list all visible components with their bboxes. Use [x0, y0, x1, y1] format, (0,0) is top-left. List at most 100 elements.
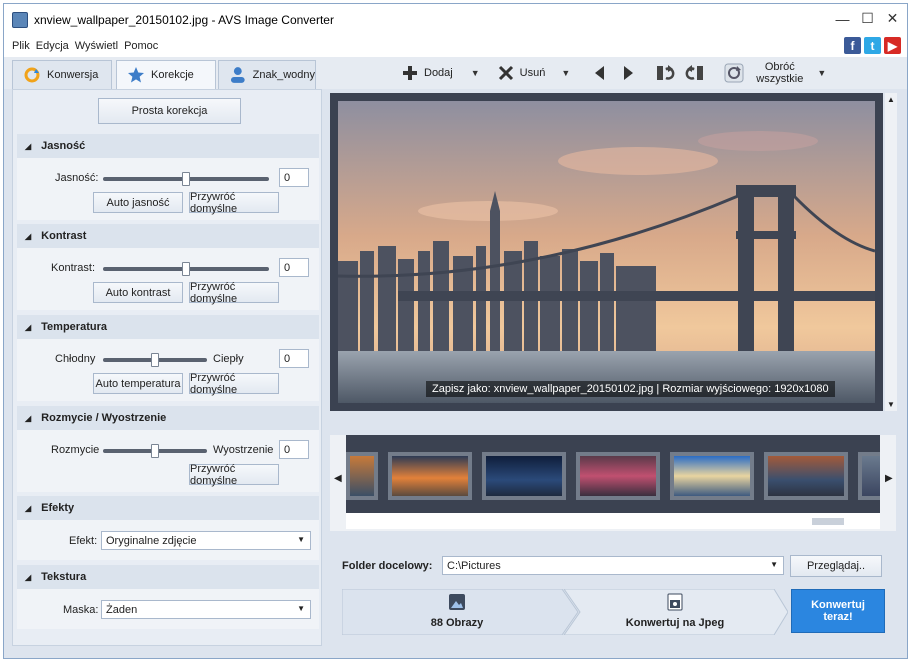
- brightness-value[interactable]: 0: [279, 168, 309, 187]
- tab-conversion[interactable]: Konwersja: [12, 60, 112, 89]
- remove-dropdown-icon[interactable]: ▼: [561, 68, 570, 78]
- convert-now-label-1: Konwertuj: [811, 599, 865, 611]
- rotate-right-icon[interactable]: [684, 64, 704, 82]
- convert-icon: [24, 67, 40, 83]
- preview-caption: Zapisz jako: xnview_wallpaper_20150102.j…: [426, 381, 835, 397]
- plus-icon: [403, 66, 417, 80]
- simple-correction-button[interactable]: Prosta korekcja: [98, 98, 241, 124]
- reset-blur-button[interactable]: Przywróć domyślne: [189, 463, 279, 487]
- section-effects[interactable]: ◢ Efekty: [17, 496, 319, 520]
- blur-value[interactable]: 0: [279, 440, 309, 459]
- folder-value: C:\Pictures: [447, 560, 501, 572]
- maximize-icon[interactable]: ☐: [859, 10, 876, 27]
- strip-scrollbar[interactable]: [346, 513, 880, 529]
- slider-thumb[interactable]: [182, 262, 190, 276]
- tab-corrections[interactable]: Korekcje: [116, 60, 216, 89]
- rotate-left-icon[interactable]: [656, 64, 676, 82]
- section-title: Temperatura: [41, 321, 107, 333]
- section-title: Efekty: [41, 502, 75, 514]
- add-dropdown-icon[interactable]: ▼: [471, 68, 480, 78]
- slider-thumb[interactable]: [151, 353, 159, 367]
- slider-thumb[interactable]: [151, 444, 159, 458]
- temperature-value[interactable]: 0: [279, 349, 309, 368]
- strip-left-icon[interactable]: ◀: [334, 473, 342, 484]
- add-label: Dodaj: [424, 67, 453, 79]
- effects-body: Efekt: Oryginalne zdjęcie ▼: [17, 520, 319, 560]
- mask-selected: Żaden: [106, 604, 138, 616]
- scroll-down-icon[interactable]: ▼: [887, 400, 895, 409]
- section-title: Kontrast: [41, 230, 87, 242]
- section-blur-sharpen[interactable]: ◢ Rozmycie / Wyostrzenie: [17, 406, 319, 430]
- menu-help[interactable]: Pomoc: [124, 40, 158, 52]
- rotate-all-button[interactable]: Obróć wszystkie ▼: [724, 61, 826, 85]
- rotate-all-icon: [724, 63, 744, 83]
- images-count: 88 Obrazy: [430, 617, 484, 629]
- preview-scrollbar[interactable]: ▲ ▼: [885, 93, 897, 411]
- close-icon[interactable]: ✕: [884, 10, 901, 27]
- brightness-body: Jasność: 0 Auto jasność Przywróć domyśln…: [17, 158, 319, 220]
- folder-input[interactable]: C:\Pictures ▼: [442, 556, 784, 575]
- effect-select[interactable]: Oryginalne zdjęcie ▼: [101, 531, 311, 550]
- scroll-up-icon[interactable]: ▲: [887, 95, 895, 104]
- blur-label: Rozmycie: [51, 444, 100, 456]
- section-title: Tekstura: [41, 571, 87, 583]
- convert-now-button[interactable]: Konwertuj teraz!: [791, 589, 885, 633]
- thumbnail[interactable]: [670, 452, 754, 500]
- thumbnail[interactable]: [576, 452, 660, 500]
- x-icon: [498, 65, 513, 81]
- reset-contrast-button[interactable]: Przywróć domyślne: [189, 281, 279, 305]
- thumbnail[interactable]: [346, 452, 378, 500]
- jpeg-icon: [667, 593, 683, 611]
- auto-temperature-button[interactable]: Auto temperatura: [93, 373, 183, 394]
- minimize-icon[interactable]: —: [834, 10, 851, 27]
- convert-now-label-2: teraz!: [823, 611, 853, 623]
- thumbnail[interactable]: [482, 452, 566, 500]
- title-bar: xnview_wallpaper_20150102.jpg - AVS Imag…: [4, 4, 907, 35]
- blur-body: Rozmycie Wyostrzenie 0 Przywróć domyślne: [17, 430, 319, 492]
- remove-button[interactable]: Usuń ▼: [498, 65, 570, 81]
- section-brightness[interactable]: ◢ Jasność: [17, 134, 319, 158]
- youtube-icon[interactable]: ▶: [884, 37, 901, 54]
- section-contrast[interactable]: ◢ Kontrast: [17, 224, 319, 248]
- thumbnail[interactable]: [764, 452, 848, 500]
- preview-area: Zapisz jako: xnview_wallpaper_20150102.j…: [326, 89, 901, 646]
- add-button[interactable]: Dodaj ▼: [402, 65, 480, 81]
- browse-button[interactable]: Przeglądaj..: [790, 555, 882, 577]
- contrast-value[interactable]: 0: [279, 258, 309, 277]
- temperature-slider[interactable]: [103, 353, 207, 367]
- mask-select[interactable]: Żaden ▼: [101, 600, 311, 619]
- thumbnail[interactable]: [858, 452, 880, 500]
- menu-file[interactable]: Plik: [12, 40, 30, 52]
- reset-temperature-button[interactable]: Przywróć domyślne: [189, 372, 279, 396]
- menu-edit[interactable]: Edycja: [36, 40, 69, 52]
- auto-contrast-button[interactable]: Auto kontrast: [93, 282, 183, 303]
- contrast-slider[interactable]: [103, 262, 269, 276]
- blur-slider[interactable]: [103, 444, 207, 458]
- collapse-icon: ◢: [25, 231, 32, 241]
- strip-right-icon[interactable]: ▶: [885, 473, 893, 484]
- facebook-icon[interactable]: f: [844, 37, 861, 54]
- reset-brightness-button[interactable]: Przywróć domyślne: [189, 191, 279, 215]
- brightness-slider[interactable]: [103, 172, 269, 186]
- menu-view[interactable]: Wyświetl: [75, 40, 118, 52]
- twitter-icon[interactable]: t: [864, 37, 881, 54]
- images-count-step[interactable]: 88 Obrazy: [402, 593, 512, 629]
- scroll-thumb[interactable]: [812, 518, 844, 525]
- section-temperature[interactable]: ◢ Temperatura: [17, 315, 319, 339]
- thumbnails: [346, 435, 880, 513]
- auto-brightness-button[interactable]: Auto jasność: [93, 192, 183, 213]
- chevron-down-icon: ▼: [770, 560, 778, 569]
- star-icon: [128, 67, 144, 83]
- arrow-right-icon[interactable]: [620, 65, 636, 81]
- tab-watermark[interactable]: Znak_wodny: [218, 60, 316, 89]
- section-texture[interactable]: ◢ Tekstura: [17, 565, 319, 589]
- convert-format-step[interactable]: Konwertuj na Jpeg: [600, 593, 750, 629]
- rotate-all-dropdown-icon[interactable]: ▼: [817, 68, 826, 78]
- app-window: xnview_wallpaper_20150102.jpg - AVS Imag…: [3, 3, 908, 659]
- arrow-left-icon[interactable]: [592, 65, 608, 81]
- slider-thumb[interactable]: [182, 172, 190, 186]
- thumbnail[interactable]: [388, 452, 472, 500]
- city-bridge-image: [338, 101, 875, 403]
- section-title: Jasność: [41, 140, 86, 152]
- section-title: Rozmycie / Wyostrzenie: [41, 412, 167, 424]
